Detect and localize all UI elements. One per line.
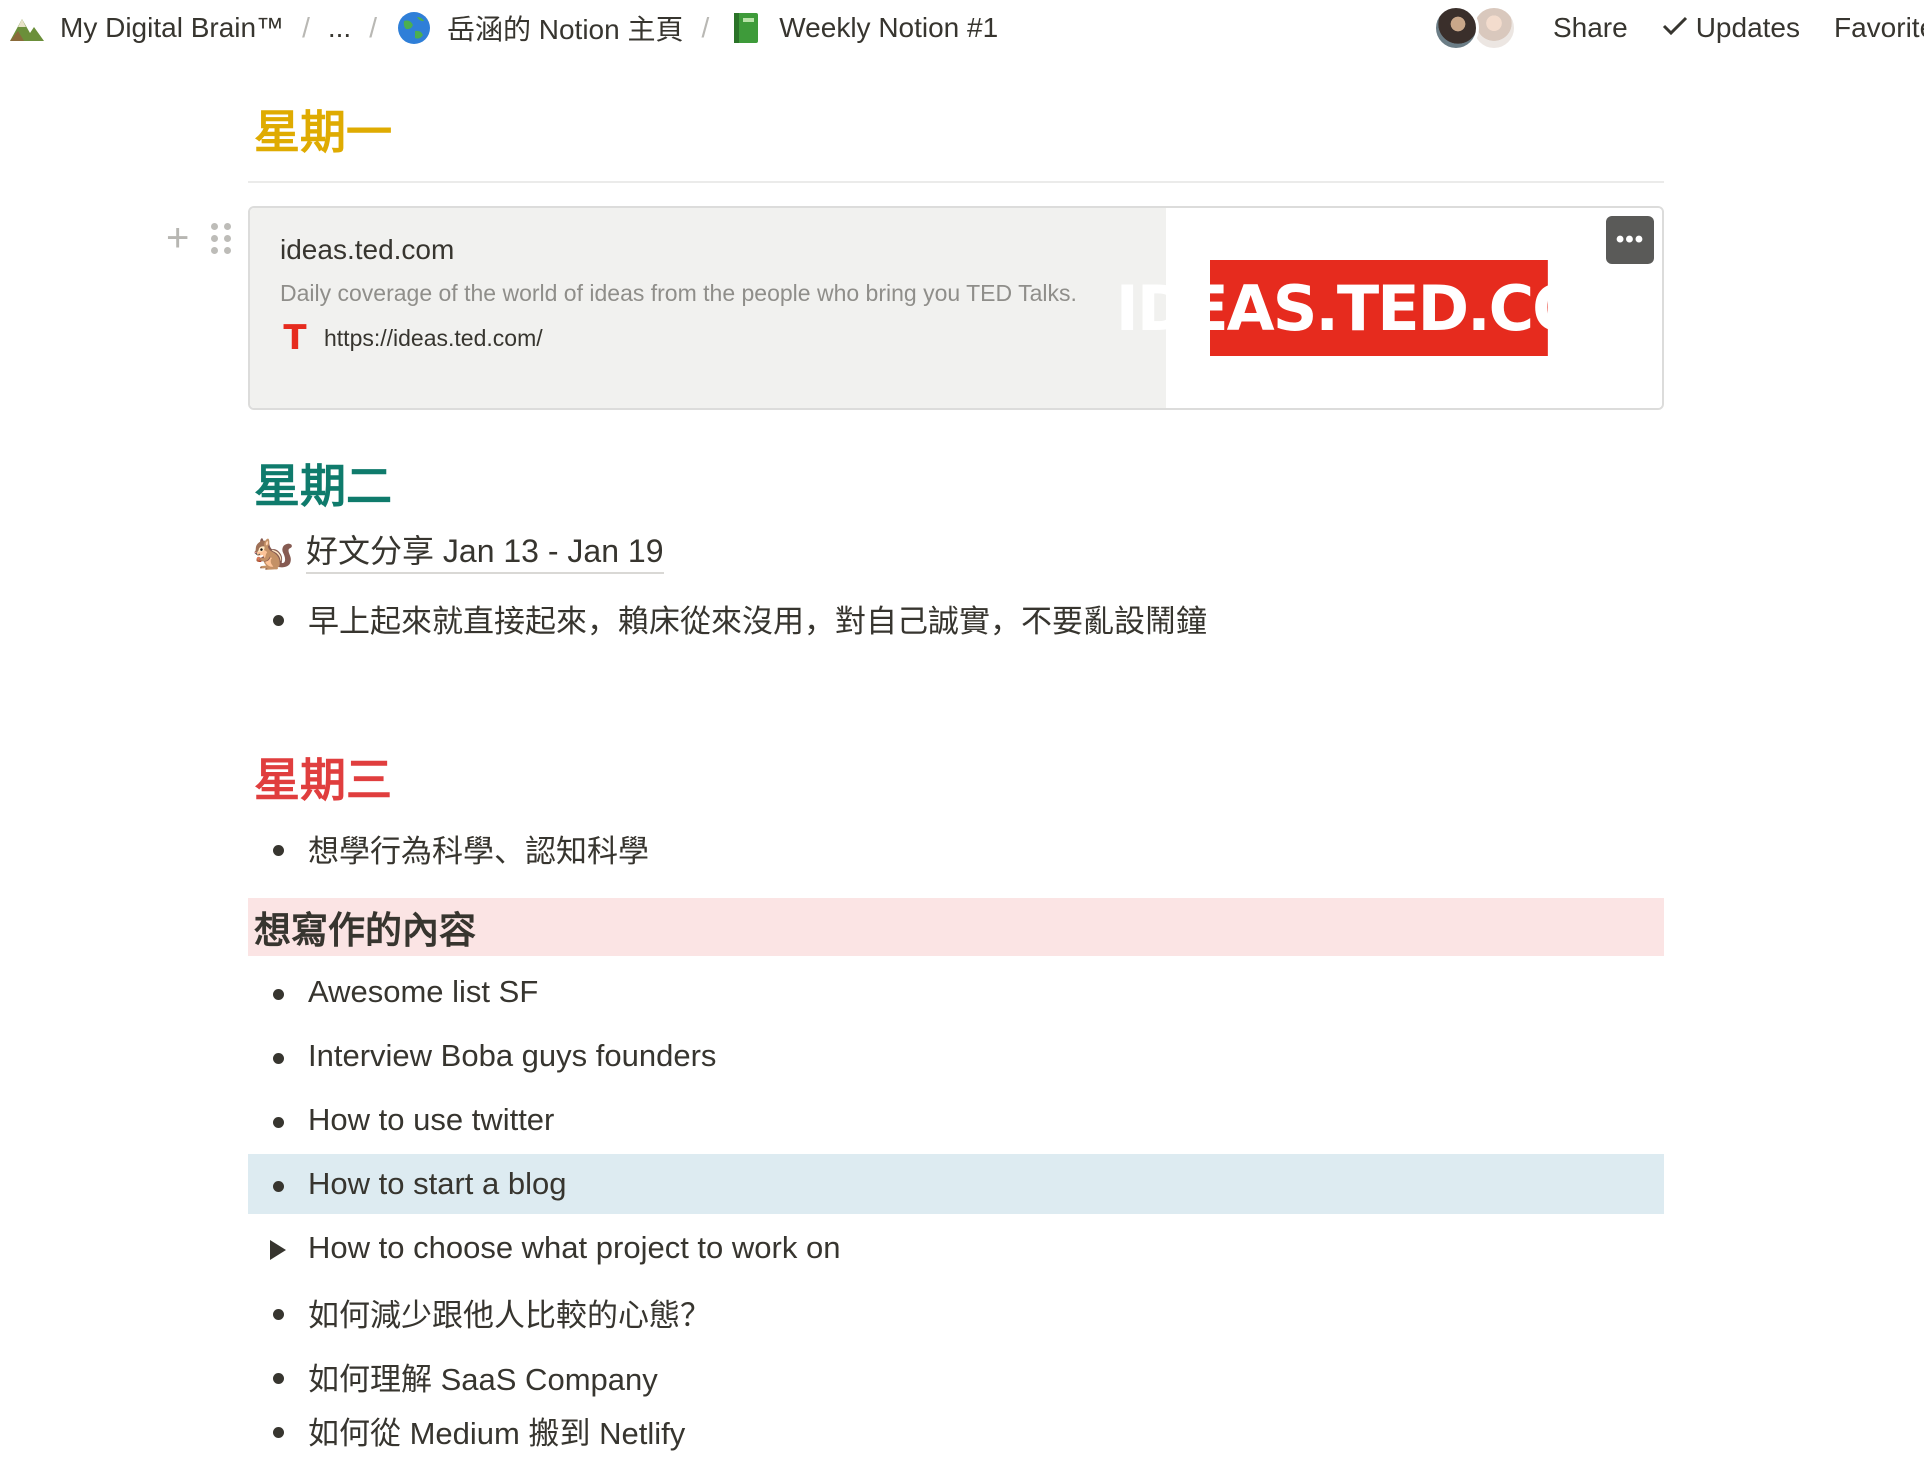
squirrel-icon: 🐿️ <box>252 534 295 572</box>
updates-label: Updates <box>1695 12 1800 43</box>
linked-page[interactable]: 🐿️ 好文分享 Jan 13 - Jan 19 <box>252 532 664 574</box>
list-item-text: Interview Boba guys founders <box>308 1038 717 1073</box>
bookmark-url-row: T https://ideas.ted.com/ <box>280 318 1136 358</box>
bookmark-description: Daily coverage of the world of ideas fro… <box>280 280 1077 306</box>
list-item[interactable]: 早上起來就直接起來，賴床從來沒用，對自己誠實，不要亂設鬧鐘 <box>248 588 1664 648</box>
breadcrumb-workspace[interactable]: My Digital Brain™ <box>8 9 284 47</box>
favorite-label: Favorite <box>1834 12 1924 43</box>
share-label: Share <box>1552 12 1628 43</box>
toggle-item[interactable]: How to choose what project to work on <box>248 1218 1664 1278</box>
bullet-icon <box>248 1026 308 1086</box>
bookmark-text: ideas.ted.com Daily coverage of the worl… <box>250 208 1166 408</box>
list-item[interactable]: Awesome list SF <box>248 962 1664 1022</box>
breadcrumb-home[interactable]: 岳涵的 Notion 主頁 <box>395 8 684 48</box>
drag-handle-icon[interactable] <box>211 222 232 254</box>
list-item-highlighted[interactable]: How to start a blog <box>248 1154 1664 1214</box>
bullet-icon <box>248 1400 308 1460</box>
ted-logo-text: IDEAS.TED.COM <box>1115 271 1644 345</box>
bullet-icon <box>248 1090 308 1150</box>
list-item-text: 如何從 Medium 搬到 Netlify <box>308 1415 686 1451</box>
ted-logo-image: IDEAS.TED.COM <box>1115 260 1644 356</box>
bookmark-url: https://ideas.ted.com/ <box>324 324 543 351</box>
toggle-item-text: How to choose what project to work on <box>308 1230 841 1265</box>
list-item[interactable]: 如何理解 SaaS Company <box>248 1346 1664 1406</box>
bookmark-title: ideas.ted.com <box>280 234 455 265</box>
list-item-text: 如何減少跟他人比較的心態？ <box>308 1297 711 1333</box>
list-item-text: 如何理解 SaaS Company <box>308 1361 658 1397</box>
bullet-icon <box>248 588 308 648</box>
list-item[interactable]: Interview Boba guys founders <box>248 1026 1664 1086</box>
heading-monday[interactable]: 星期一 <box>254 102 392 162</box>
updates-button[interactable]: Updates <box>1662 12 1800 44</box>
list-item-text: 早上起來就直接起來，賴床從來沒用，對自己誠實，不要亂設鬧鐘 <box>308 603 1207 639</box>
heading-wednesday[interactable]: 星期三 <box>254 750 392 810</box>
list-item-text: Awesome list SF <box>308 974 539 1009</box>
bullet-icon <box>248 1154 308 1214</box>
bookmark-thumbnail: IDEAS.TED.COM ••• <box>1115 208 1662 408</box>
bullet-icon <box>248 962 308 1022</box>
divider <box>248 181 1664 183</box>
bookmark-block[interactable]: ideas.ted.com Daily coverage of the worl… <box>248 206 1664 410</box>
breadcrumb-separator: / <box>369 12 377 43</box>
mountain-icon <box>8 9 46 47</box>
header-actions: Share Updates Favorite <box>1432 5 1924 51</box>
more-options-button[interactable]: ••• <box>1606 216 1654 264</box>
list-item-text: How to start a blog <box>308 1166 567 1201</box>
list-item[interactable]: 如何從 Medium 搬到 Netlify <box>248 1400 1664 1460</box>
breadcrumb-label: My Digital Brain™ <box>60 12 285 43</box>
add-block-icon[interactable]: + <box>166 218 189 258</box>
list-item-text: 想學行為科學、認知科學 <box>308 833 649 869</box>
list-item[interactable]: 如何減少跟他人比較的心態？ <box>248 1282 1664 1342</box>
breadcrumb-label: ... <box>327 12 352 43</box>
globe-icon <box>395 9 433 47</box>
list-item[interactable]: How to use twitter <box>248 1090 1664 1150</box>
bullet-icon <box>248 1282 308 1342</box>
breadcrumb-current-page[interactable]: Weekly Notion #1 <box>727 9 998 47</box>
avatar[interactable] <box>1432 5 1479 51</box>
heading-writing-ideas-text: 想寫作的內容 <box>254 909 476 952</box>
top-bar: My Digital Brain™ / ... / 岳涵的 Notion 主頁 … <box>0 0 1924 58</box>
collaborator-avatars[interactable] <box>1432 5 1523 51</box>
heading-tuesday[interactable]: 星期二 <box>254 456 392 516</box>
share-button[interactable]: Share <box>1553 12 1628 44</box>
toggle-triangle-icon[interactable] <box>248 1218 308 1278</box>
breadcrumb: My Digital Brain™ / ... / 岳涵的 Notion 主頁 … <box>8 8 998 48</box>
list-item-text: How to use twitter <box>308 1102 555 1137</box>
ted-favicon-icon: T <box>283 318 307 358</box>
list-item[interactable]: 想學行為科學、認知科學 <box>248 818 1664 878</box>
heading-writing-ideas[interactable]: 想寫作的內容 <box>248 898 1664 956</box>
breadcrumb-label: 岳涵的 Notion 主頁 <box>446 14 684 45</box>
green-book-icon <box>727 9 765 47</box>
checkmark-icon <box>1662 12 1688 44</box>
block-gutter: + <box>166 218 232 258</box>
breadcrumb-label: Weekly Notion #1 <box>779 12 999 43</box>
linked-page-title: 好文分享 Jan 13 - Jan 19 <box>306 532 664 574</box>
bullet-icon <box>248 818 308 878</box>
bullet-icon <box>248 1346 308 1406</box>
breadcrumb-separator: / <box>302 12 310 43</box>
breadcrumb-ellipsis[interactable]: ... <box>328 12 351 44</box>
breadcrumb-separator: / <box>701 12 710 43</box>
favorite-button[interactable]: Favorite <box>1834 12 1924 44</box>
